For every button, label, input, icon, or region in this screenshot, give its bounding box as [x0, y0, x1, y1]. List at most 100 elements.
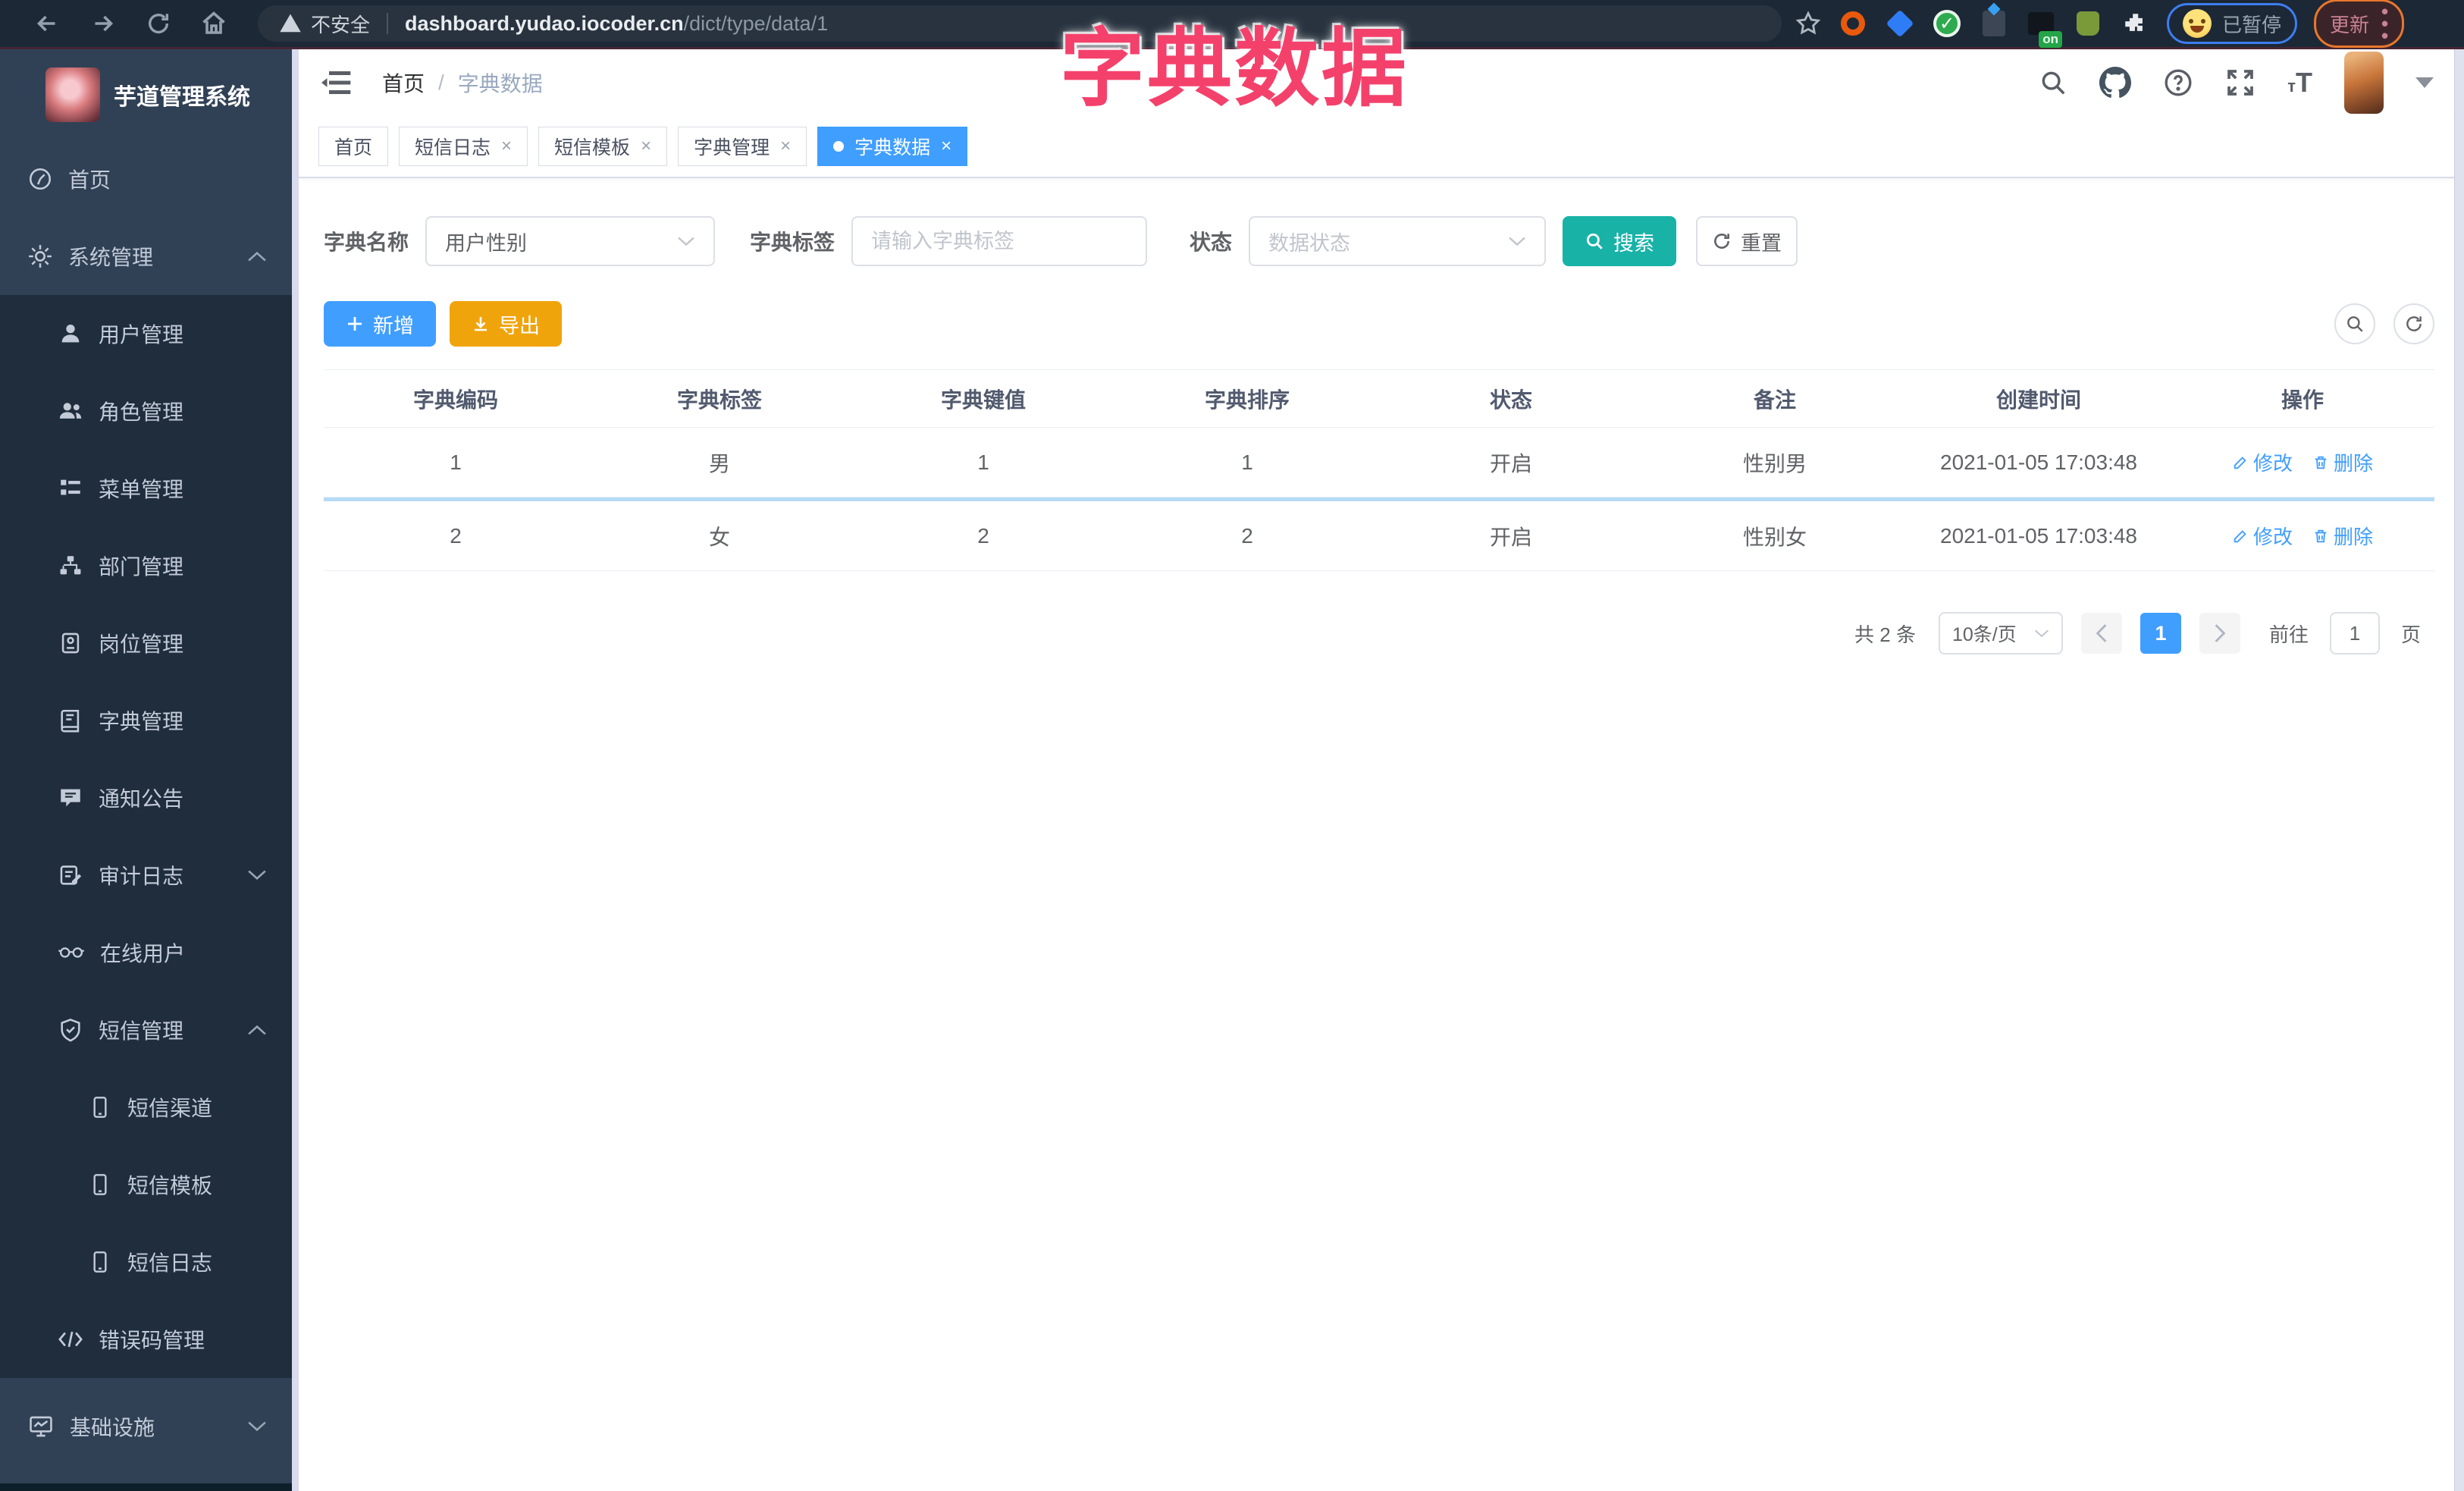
sidebar-item-notice[interactable]: 通知公告 [0, 759, 299, 837]
breadcrumb-current: 字典数据 [457, 72, 543, 96]
extension-sliders-icon[interactable] [1979, 8, 2009, 39]
col-status: 状态 [1489, 388, 1532, 412]
sidebar-item-sms-template[interactable]: 短信模板 [0, 1146, 299, 1223]
sidebar-item-infrastructure[interactable]: 基础设施 [0, 1378, 299, 1475]
github-icon[interactable] [2099, 67, 2132, 99]
sidebar-item-department-management[interactable]: 部门管理 [0, 527, 299, 604]
sidebar-item-sms-channel[interactable]: 短信渠道 [0, 1069, 299, 1146]
back-icon[interactable] [33, 10, 61, 37]
bookmark-star-icon[interactable] [1795, 11, 1821, 36]
user-avatar[interactable] [2344, 52, 2384, 114]
close-icon[interactable]: × [641, 136, 651, 157]
edit-icon [2234, 529, 2246, 542]
id-badge-icon [61, 632, 80, 654]
next-page-button[interactable] [2199, 613, 2240, 654]
audit-log-icon [60, 865, 82, 885]
search-icon [2347, 316, 2363, 332]
goto-label: 前往 [2268, 623, 2309, 646]
chevron-down-icon [248, 870, 266, 880]
sidebar-item-error-code[interactable]: 错误码管理 [0, 1301, 299, 1378]
toggle-search-button[interactable] [2334, 303, 2375, 344]
sidebar-item-online-users[interactable]: 在线用户 [0, 914, 299, 991]
home-nav-icon[interactable] [200, 10, 227, 37]
close-icon[interactable]: × [501, 136, 512, 157]
security-label: 不安全 [311, 13, 371, 36]
edit-link[interactable]: 修改 [2232, 522, 2293, 550]
col-remark: 备注 [1753, 388, 1796, 412]
table-row[interactable]: 2 女 2 2 开启 性别女 2021-01-05 17:03:48 修改 删除 [324, 501, 2434, 571]
add-button[interactable]: 新增 [324, 301, 436, 347]
tab-sms-template[interactable]: 短信模板 × [538, 127, 668, 166]
breadcrumb-separator: / [438, 71, 444, 94]
sidebar-logo[interactable]: 芋道管理系统 [0, 49, 299, 140]
font-size-icon[interactable]: тT [2287, 67, 2312, 99]
export-button[interactable]: 导出 [450, 301, 562, 347]
avatar-caret-icon[interactable] [2415, 77, 2434, 88]
table-tools [2334, 303, 2434, 344]
extension-olive-icon[interactable] [2073, 8, 2103, 39]
breadcrumb: 首页 / 字典数据 [382, 67, 543, 98]
tab-dict-management[interactable]: 字典管理 × [678, 127, 807, 166]
sidebar-item-user-management[interactable]: 用户管理 [0, 295, 299, 372]
users-icon [59, 403, 82, 419]
sidebar-item-post-management[interactable]: 岗位管理 [0, 604, 299, 682]
browser-update-button[interactable]: 更新 • • • [2314, 0, 2405, 49]
close-icon[interactable]: × [941, 136, 951, 157]
browser-toolbar-right: ✓ on 已暂停 更新 • • • [1795, 0, 2405, 49]
browser-profile-chip[interactable]: 已暂停 [2167, 3, 2298, 44]
sidebar-item-system-management[interactable]: 系统管理 [0, 218, 299, 295]
forward-icon[interactable] [89, 10, 117, 37]
status-text: 开启 [1489, 451, 1532, 476]
fullscreen-icon[interactable] [2225, 67, 2256, 98]
chevron-left-icon [2096, 624, 2107, 642]
hamburger-icon[interactable] [320, 67, 353, 98]
delete-link[interactable]: 删除 [2312, 522, 2373, 550]
page-size-select[interactable]: 10条/页 [1938, 612, 2063, 654]
extension-drop-icon[interactable] [1885, 8, 1915, 39]
reload-icon[interactable] [146, 11, 171, 36]
close-icon[interactable]: × [780, 136, 791, 157]
sidebar-item-dict-management[interactable]: 字典管理 [0, 682, 299, 759]
table-header-row: 字典编码 字典标签 字典键值 字典排序 状态 备注 创建时间 操作 [324, 370, 2434, 428]
sidebar-scrollbar[interactable] [292, 49, 299, 1491]
dict-label-input[interactable] [851, 216, 1148, 266]
delete-link[interactable]: 删除 [2312, 448, 2373, 476]
tab-sms-log[interactable]: 短信日志 × [399, 127, 528, 166]
sidebar-item-role-management[interactable]: 角色管理 [0, 372, 299, 450]
edit-link[interactable]: 修改 [2232, 448, 2293, 476]
dict-name-label: 字典名称 [324, 231, 409, 254]
dict-name-select[interactable]: 用户性别 [425, 216, 716, 266]
menu-dots-icon[interactable]: • • • [2381, 2, 2388, 46]
search-button[interactable]: 搜索 [1563, 216, 1677, 266]
reset-button[interactable]: 重置 [1696, 216, 1798, 266]
tab-home[interactable]: 首页 [318, 127, 389, 166]
sidebar-item-home[interactable]: 首页 [0, 140, 299, 218]
sidebar-item-sms-log[interactable]: 短信日志 [0, 1223, 299, 1301]
refresh-table-button[interactable] [2393, 303, 2434, 344]
app-window: 芋道管理系统 首页 系统管理 用户管理 角色管理 菜单管理 部门管理 岗位管理 … [0, 49, 2464, 1491]
search-icon[interactable] [2039, 68, 2067, 97]
help-icon[interactable] [2163, 67, 2193, 98]
app-title: 芋道管理系统 [114, 85, 250, 110]
prev-page-button[interactable] [2080, 613, 2122, 654]
extension-ublock-icon[interactable] [1838, 8, 1868, 39]
sidebar-item-sms-management[interactable]: 短信管理 [0, 991, 299, 1069]
table-row[interactable]: 1 男 1 1 开启 性别男 2021-01-05 17:03:48 修改 删除 [324, 428, 2434, 498]
extensions-puzzle-icon[interactable] [2120, 8, 2150, 39]
page-scrollbar[interactable] [2454, 49, 2464, 1491]
sidebar-item-audit-log[interactable]: 审计日志 [0, 837, 299, 914]
chevron-down-icon [2034, 629, 2049, 639]
breadcrumb-home[interactable]: 首页 [382, 67, 425, 98]
extension-switch-icon[interactable]: on [2026, 8, 2062, 48]
sidebar-item-menu-management[interactable]: 菜单管理 [0, 450, 299, 527]
tab-dict-data[interactable]: 字典数据 × [817, 127, 968, 166]
dict-data-table: 字典编码 字典标签 字典键值 字典排序 状态 备注 创建时间 操作 1 男 1 … [324, 369, 2434, 571]
goto-page-input[interactable] [2329, 612, 2380, 654]
home-icon [29, 168, 52, 190]
announcement-icon [61, 789, 80, 807]
page-number-1[interactable]: 1 [2140, 613, 2181, 654]
extension-check-icon[interactable]: ✓ [1932, 8, 1962, 39]
status-select[interactable]: 数据状态 [1249, 216, 1547, 266]
sidebar-bottom-strip [0, 1483, 299, 1491]
address-bar[interactable]: 不安全 dashboard.yudao.iocoder.cn /dict/typ… [258, 5, 1782, 42]
